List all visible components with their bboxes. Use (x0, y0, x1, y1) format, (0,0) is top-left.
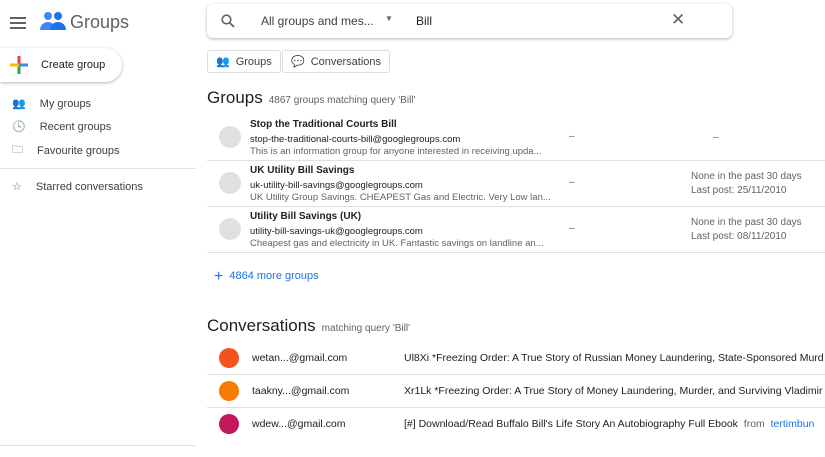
conversation-from: taakny...@gmail.com (252, 385, 350, 397)
filter-conversations-chip[interactable]: 💬 Conversations (282, 50, 391, 73)
conversation-subject[interactable]: Ul8Xi *Freezing Order: A True Story of R… (404, 352, 824, 364)
group-name[interactable]: Utility Bill Savings (UK) (250, 211, 361, 222)
people-icon: 👥 (216, 56, 230, 68)
conversation-row[interactable]: wetan...@gmail.com Ul8Xi *Freezing Order… (207, 342, 825, 375)
group-email: utility-bill-savings-uk@googlegroups.com (250, 226, 423, 237)
group-members: – (569, 177, 575, 188)
sidebar-item-starred-conversations[interactable]: ☆ Starred conversations (0, 175, 195, 198)
last-post: Last post: 25/11/2010 (691, 185, 787, 196)
group-members: – (569, 223, 575, 234)
search-input[interactable]: Bill (416, 14, 432, 28)
groups-heading: Groups (207, 88, 263, 107)
sidebar-item-label: Recent groups (39, 120, 112, 133)
more-groups-label: 4864 more groups (229, 270, 319, 282)
group-activity: None in the past 30 days Last post: 25/11… (691, 170, 802, 198)
group-row[interactable]: UK Utility Bill Savings uk-utility-bill-… (207, 161, 825, 207)
groups-count: 4867 groups matching query 'Bill' (268, 95, 416, 106)
filter-groups-chip[interactable]: 👥 Groups (207, 50, 281, 73)
search-icon (221, 14, 235, 28)
folder-star-icon: 🗀 (12, 144, 23, 156)
user-avatar-icon (219, 381, 239, 401)
group-avatar-icon (219, 172, 241, 194)
conversations-sub: matching query 'Bill' (321, 323, 410, 334)
star-icon: ☆ (12, 181, 22, 193)
activity-line: None in the past 30 days (691, 217, 802, 228)
search-scope-select[interactable]: All groups and mes... (261, 14, 374, 28)
from-label: from (743, 418, 765, 430)
plus-icon (10, 56, 28, 74)
activity-line: None in the past 30 days (691, 171, 802, 182)
people-icon: 👥 (12, 98, 26, 110)
conversation-subject[interactable]: [#] Download/Read Buffalo Bill's Life St… (404, 418, 814, 430)
sidebar-item-my-groups[interactable]: 👥 My groups (0, 92, 195, 115)
clock-icon: 🕓 (12, 121, 26, 133)
activity-line: – (713, 132, 719, 143)
more-groups-link[interactable]: +4864 more groups (214, 268, 319, 285)
group-row[interactable]: Stop the Traditional Courts Bill stop-th… (207, 115, 825, 161)
sidebar-item-favourite-groups[interactable]: 🗀 Favourite groups (0, 139, 195, 162)
sidebar-item-label: Favourite groups (37, 144, 120, 157)
user-avatar-icon (219, 348, 239, 368)
group-row[interactable]: Utility Bill Savings (UK) utility-bill-s… (207, 207, 825, 253)
conversations-heading: Conversations (207, 316, 316, 335)
create-group-label: Create group (41, 59, 106, 71)
group-email: uk-utility-bill-savings@googlegroups.com (250, 180, 423, 191)
sidebar-item-recent-groups[interactable]: 🕓 Recent groups (0, 115, 195, 138)
conversation-from: wdew...@gmail.com (252, 418, 346, 430)
subject-text: [#] Download/Read Buffalo Bill's Life St… (404, 418, 738, 430)
conversation-row[interactable]: taakny...@gmail.com Xr1Lk *Freezing Orde… (207, 375, 825, 408)
group-description: Cheapest gas and electricity in UK. Fant… (250, 238, 544, 249)
sidebar-divider (0, 168, 195, 169)
conversation-from: wetan...@gmail.com (252, 352, 348, 364)
search-bar[interactable]: All groups and mes... ▼ Bill ✕ (207, 4, 732, 38)
group-name[interactable]: UK Utility Bill Savings (250, 165, 354, 176)
forum-icon: 💬 (291, 56, 305, 68)
chip-label: Groups (235, 55, 272, 68)
last-post: Last post: 08/11/2010 (691, 231, 787, 242)
sidebar-item-label: Starred conversations (35, 180, 143, 193)
group-avatar-icon (219, 126, 241, 148)
plus-icon: + (214, 268, 224, 285)
sidebar-divider (0, 445, 195, 446)
group-name[interactable]: Stop the Traditional Courts Bill (250, 119, 397, 130)
group-avatar-icon (219, 218, 241, 240)
group-link[interactable]: tertimbun (771, 418, 815, 430)
create-group-button[interactable]: Create group (0, 48, 122, 82)
conversation-row[interactable]: wdew...@gmail.com [#] Download/Read Buff… (207, 408, 825, 441)
group-members: – (569, 131, 575, 142)
user-avatar-icon (219, 414, 239, 434)
group-activity: – (713, 131, 719, 145)
app-title: Groups (70, 12, 130, 32)
sidebar-item-label: My groups (39, 97, 92, 110)
group-description: This is an information group for anyone … (250, 146, 542, 157)
main-menu-button[interactable] (10, 14, 26, 32)
groups-logo-icon (40, 10, 66, 37)
group-description: UK Utility Group Savings. CHEAPEST Gas a… (250, 192, 551, 203)
conversation-subject[interactable]: Xr1Lk *Freezing Order: A True Story of M… (404, 385, 822, 397)
chip-label: Conversations (310, 55, 382, 68)
clear-search-icon[interactable]: ✕ (671, 10, 685, 30)
group-activity: None in the past 30 days Last post: 08/11… (691, 216, 802, 244)
group-email: stop-the-traditional-courts-bill@googleg… (250, 134, 461, 145)
dropdown-arrow-icon[interactable]: ▼ (385, 14, 393, 23)
